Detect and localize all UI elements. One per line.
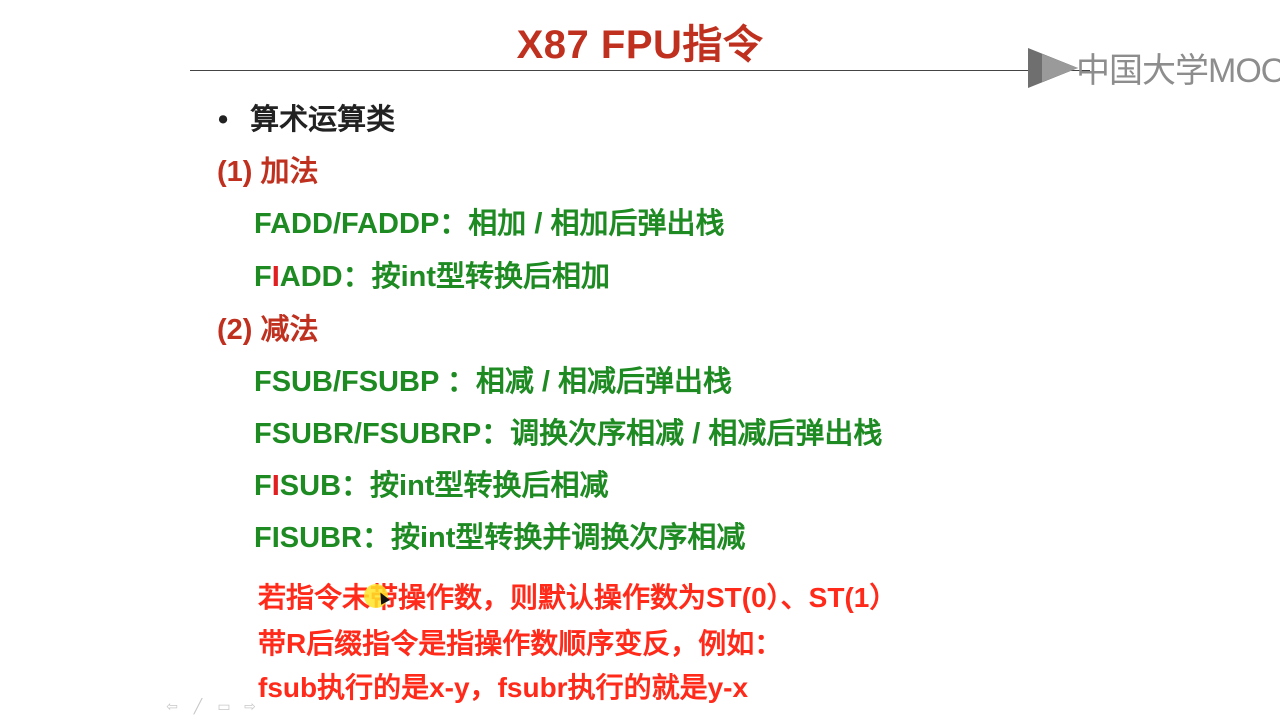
prev-slide-icon[interactable]: ⇦ — [164, 698, 180, 715]
instruction-desc: 按int型转换并调换次序相减 — [390, 522, 746, 554]
instruction-fsub: FSUB/FSUBP ：相减 / 相减后弹出栈 — [254, 358, 732, 400]
mooc-logo-icon — [1028, 48, 1078, 88]
note-example: fsub执行的是x-y，fsubr执行的就是y-x — [258, 672, 749, 703]
instruction-mnemonic: FADD/FADDP： — [254, 208, 469, 240]
section-heading-sub: (2) 减法 — [217, 314, 319, 346]
instruction-mnemonic-post: SUB： — [279, 470, 371, 502]
mooc-logo-text: 中国大学MOOC — [1076, 51, 1280, 90]
instruction-mnemonic: FISUBR： — [254, 522, 391, 554]
instruction-desc: 相加 / 相加后弹出栈 — [468, 208, 725, 240]
slide-nav-toolbar: ⇦ ╱ ▭ ⇨ — [164, 698, 258, 715]
section-heading-add: (1) 加法 — [217, 156, 319, 188]
instruction-int-highlight: I — [271, 261, 280, 293]
instruction-fadd: FADD/FADDP：相加 / 相加后弹出栈 — [254, 200, 724, 242]
instruction-mnemonic-pre: F — [254, 470, 272, 502]
slide-menu-icon[interactable]: ▭ — [216, 698, 232, 715]
bullet-heading: • 算术运算类 — [218, 96, 395, 138]
note-r-suffix: 带R后缀指令是指操作数顺序变反，例如： — [258, 628, 783, 659]
instruction-desc: 按int型转换后相加 — [371, 261, 611, 293]
bullet-dot-icon: • — [218, 104, 229, 136]
instruction-desc: 相减 / 相减后弹出栈 — [475, 366, 732, 398]
instruction-desc: 按int型转换后相减 — [370, 470, 609, 502]
instruction-fisub: FISUB：按int型转换后相减 — [254, 462, 608, 504]
instruction-fisubr: FISUBR：按int型转换并调换次序相减 — [254, 514, 745, 556]
instruction-fiadd: FIADD：按int型转换后相加 — [254, 253, 610, 295]
next-slide-icon[interactable]: ⇨ — [242, 698, 258, 715]
instruction-mnemonic-post: ADD： — [279, 261, 372, 293]
instruction-fsubr: FSUBR/FSUBRP：调换次序相减 / 相减后弹出栈 — [254, 410, 882, 452]
instruction-mnemonic: FSUBR/FSUBRP： — [254, 418, 511, 450]
bullet-text: 算术运算类 — [250, 104, 396, 136]
instruction-int-highlight: I — [271, 470, 280, 502]
title-divider — [190, 70, 1090, 71]
instruction-mnemonic-pre: F — [254, 261, 272, 293]
pen-tool-icon[interactable]: ╱ — [190, 698, 206, 715]
instruction-mnemonic: FSUB/FSUBP ： — [254, 366, 476, 398]
note-default-operands: 若指令未带操作数，则默认操作数为ST(0）、ST(1） — [258, 582, 898, 613]
mooc-logo: 中国大学MOOC — [1026, 44, 1280, 90]
instruction-desc: 调换次序相减 / 相减后弹出栈 — [510, 418, 883, 450]
